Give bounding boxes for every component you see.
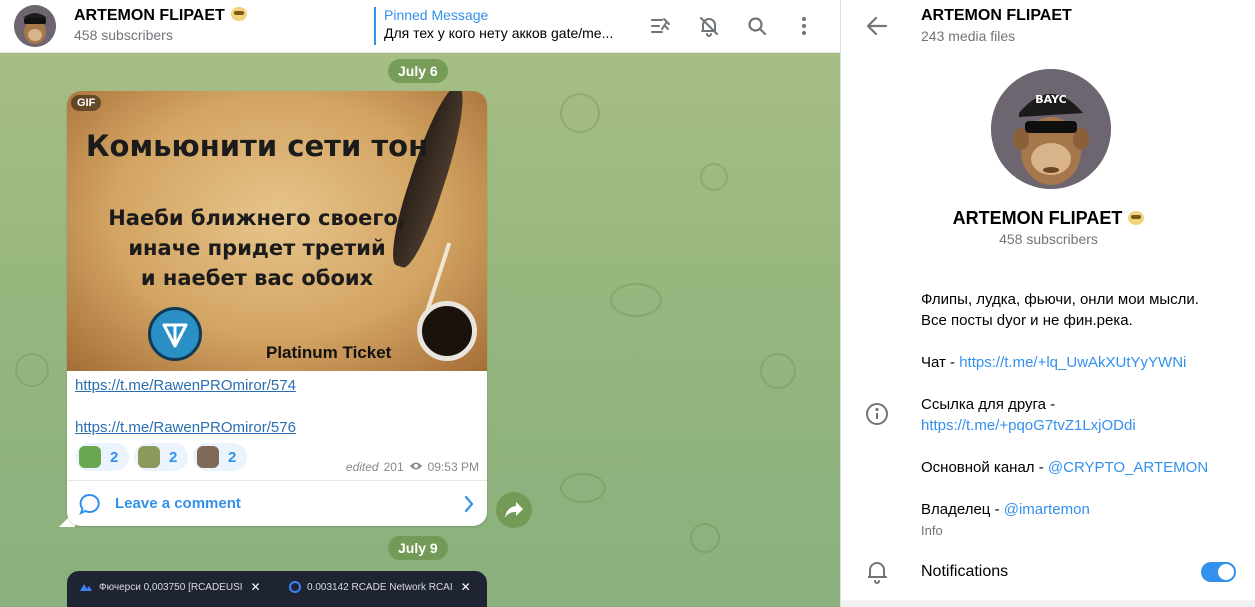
reaction-sticker-icon — [79, 446, 101, 468]
background-doodle — [15, 353, 49, 387]
background-doodle — [690, 523, 720, 553]
profile-header-title: ARTEMON FLIPAET — [921, 7, 1072, 24]
toggle-knob — [1216, 562, 1236, 582]
chat-header: ARTEMON FLIPAET 458 subscribers Pinned M… — [0, 0, 840, 53]
post-meta: edited 201 09:53 PM — [346, 460, 479, 474]
pinned-message-text: Для тех у кого нету акков gate/me... — [384, 25, 614, 41]
chat-link[interactable]: https://t.me/+lq_UwAkXUtYyYWNi — [959, 354, 1186, 371]
friend-link-row: Ссылка для друга - https://t.me/+pqoG7tv… — [921, 396, 1136, 434]
reaction-sticker-icon — [138, 446, 160, 468]
close-icon: ✕ — [460, 580, 471, 594]
view-count: 201 — [383, 460, 404, 474]
reaction-chip[interactable]: 2 — [75, 443, 129, 471]
gif-line: и наебет вас обоих — [140, 266, 374, 290]
gif-body: Наеби ближнего своего, иначе придет трет… — [107, 203, 407, 293]
post-time: 09:53 PM — [427, 460, 479, 474]
svg-text:BAYC: BAYC — [1035, 93, 1067, 106]
main-channel-row: Основной канал - @CRYPTO_ARTEMON — [921, 459, 1209, 476]
channel-post-preview[interactable]: Фючерси 0,003750 [RCADEUSI ✕ 0.003142 RC… — [67, 571, 487, 607]
info-label: Info — [921, 523, 943, 538]
main-channel-link[interactable]: @CRYPTO_ARTEMON — [1048, 459, 1208, 476]
owner-row: Владелец - @imartemon — [921, 501, 1090, 518]
reaction-chip[interactable]: 2 — [134, 443, 188, 471]
bell-off-icon[interactable] — [695, 12, 723, 40]
browser-tab-title: 0.003142 RCADE Network RCAI — [307, 581, 453, 593]
gif-badge: GIF — [71, 95, 102, 111]
bell-icon — [865, 559, 889, 585]
post-link-574[interactable]: https://t.me/RawenPROmiror/574 — [75, 377, 296, 394]
notifications-toggle[interactable] — [1201, 562, 1236, 582]
profile-subscribers: 458 subscribers — [999, 231, 1098, 247]
brand-logo-icon — [289, 581, 301, 593]
reaction-count: 2 — [169, 448, 178, 466]
gif-line: Наеби ближнего своего, — [108, 206, 406, 230]
friend-link[interactable]: https://t.me/+pqoG7tvZ1LxjODdi — [921, 417, 1136, 434]
owner-link[interactable]: @imartemon — [1004, 501, 1090, 518]
skull-emoji-icon — [1128, 211, 1145, 225]
eye-icon — [409, 460, 423, 474]
ton-logo-icon — [148, 307, 202, 361]
channel-title[interactable]: ARTEMON FLIPAET — [74, 7, 247, 25]
search-icon[interactable] — [743, 12, 771, 40]
edited-label: edited — [345, 460, 379, 474]
arrow-left-icon[interactable] — [863, 12, 891, 40]
brand-logo-icon — [79, 582, 93, 592]
channel-avatar[interactable] — [14, 5, 56, 47]
description-line: Флипы, лудка, фьючи, онли мои мысли. — [921, 291, 1199, 308]
reaction-count: 2 — [228, 448, 237, 466]
gif-heading: Комьюнити сети тон — [85, 129, 429, 163]
background-doodle — [560, 93, 600, 133]
section-divider — [841, 600, 1255, 607]
pinned-message[interactable]: Pinned Message Для тех у кого нету акков… — [374, 7, 624, 45]
reaction-sticker-icon — [197, 446, 219, 468]
description-line: Все посты dyor и не фин.река. — [921, 312, 1133, 329]
browser-tab: 0.003142 RCADE Network RCAI ✕ — [289, 571, 471, 603]
more-vertical-icon[interactable] — [790, 12, 818, 40]
info-icon — [865, 402, 889, 426]
comment-bubble-icon — [79, 493, 101, 520]
chat-link-row: Чат - https://t.me/+lq_UwAkXUtYyYWNi — [921, 354, 1187, 371]
skull-emoji-icon — [230, 7, 247, 21]
share-button[interactable] — [496, 492, 532, 528]
leave-comment-button[interactable]: Leave a comment — [67, 480, 487, 526]
close-icon: ✕ — [250, 580, 261, 594]
pinned-message-title: Pinned Message — [384, 7, 489, 23]
channel-post[interactable]: GIF Комьюнити сети тон Наеби ближнего св… — [67, 91, 487, 526]
date-separator: July 6 — [388, 59, 448, 83]
post-link-576[interactable]: https://t.me/RawenPROmiror/576 — [75, 419, 296, 436]
profile-name: ARTEMON FLIPAET — [841, 208, 1255, 229]
background-doodle — [760, 353, 796, 389]
profile-panel: ARTEMON FLIPAET 243 media files BAYC ART… — [840, 0, 1255, 607]
chat-background: July 6 GIF Комьюнити сети тон Наеби ближ… — [0, 53, 840, 607]
chevron-right-icon — [463, 495, 475, 518]
browser-tab-title: Фючерси 0,003750 [RCADEUSI — [99, 581, 243, 593]
browser-tab: Фючерси 0,003750 [RCADEUSI ✕ — [79, 571, 261, 603]
notifications-label: Notifications — [921, 563, 1009, 580]
background-doodle — [610, 283, 662, 317]
profile-avatar[interactable]: BAYC — [991, 69, 1111, 189]
date-separator: July 9 — [388, 536, 448, 560]
reaction-chip[interactable]: 2 — [193, 443, 247, 471]
coffee-cup-decoration — [417, 301, 477, 361]
chat-column: ARTEMON FLIPAET 458 subscribers Pinned M… — [0, 0, 840, 607]
channel-description: Флипы, лудка, фьючи, онли мои мысли. Все… — [921, 289, 1251, 520]
pinned-list-icon[interactable] — [646, 12, 674, 40]
gif-media[interactable]: GIF Комьюнити сети тон Наеби ближнего св… — [67, 91, 487, 371]
gif-line: иначе придет третий — [128, 236, 386, 260]
gif-footer: Platinum Ticket — [266, 343, 392, 362]
media-count: 243 media files — [921, 28, 1016, 44]
channel-subscribers: 458 subscribers — [74, 27, 173, 43]
reaction-count: 2 — [110, 448, 119, 466]
share-arrow-icon — [505, 502, 523, 518]
background-doodle — [560, 473, 606, 503]
leave-comment-label: Leave a comment — [115, 495, 241, 512]
background-doodle — [700, 163, 728, 191]
